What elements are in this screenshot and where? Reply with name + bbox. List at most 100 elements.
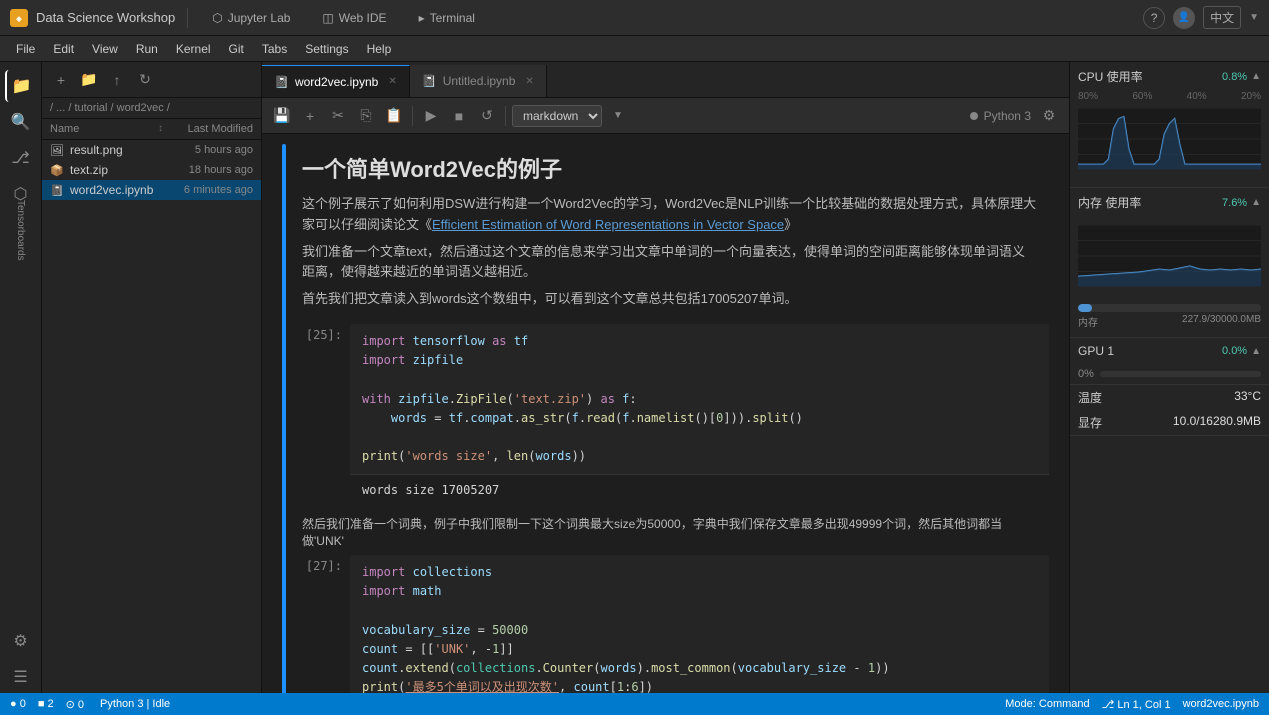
notebook-icon: 📓 (274, 75, 289, 89)
menu-file[interactable]: File (8, 40, 43, 58)
user-avatar[interactable]: 👤 (1173, 7, 1195, 29)
intro-text-2: 我们准备一个文章text，然后通过这个文章的信息来学习出文章中单词的一个向量表达… (302, 242, 1037, 284)
sidebar-icon-search[interactable]: 🔍 (5, 106, 37, 138)
dropdown-icon: ▼ (1249, 12, 1259, 23)
memory-collapse[interactable]: ▲ (1251, 197, 1261, 208)
menu-git[interactable]: Git (221, 40, 252, 58)
status-warnings: ■ 2 (38, 698, 54, 710)
active-indicator-bar (282, 144, 286, 693)
menu-help[interactable]: Help (359, 40, 400, 58)
markdown-title-cell: 一个简单Word2Vec的例子 这个例子展示了如何利用DSW进行构建一个Word… (290, 144, 1049, 324)
status-bar: ● 0 ■ 2 ⊙ 0 Python 3 | Idle Mode: Comman… (0, 693, 1269, 715)
name-column-header: Name (50, 123, 158, 135)
memory-label: 内存 使用率 (1078, 194, 1141, 211)
memory-info: 内存 227.9/30000.0MB (1078, 314, 1261, 329)
file-icon-notebook: 📓 (50, 184, 66, 197)
status-left: ● 0 ■ 2 ⊙ 0 (10, 698, 84, 711)
storage-value: 10.0/16280.9MB (1173, 414, 1261, 431)
cpu-chart-svg (1078, 104, 1261, 174)
cell-type-select[interactable]: markdown code raw (512, 105, 602, 127)
toolbar-divider-2 (505, 106, 506, 126)
new-file-button[interactable]: + (50, 69, 72, 91)
gpu-collapse[interactable]: ▲ (1251, 346, 1261, 357)
paper-link[interactable]: Efficient Estimation of Word Representat… (432, 217, 784, 232)
help-button[interactable]: ? (1143, 7, 1165, 29)
dropdown-btn[interactable]: ▼ (606, 104, 630, 128)
notebook-scroll[interactable]: 一个简单Word2Vec的例子 这个例子展示了如何利用DSW进行构建一个Word… (262, 134, 1069, 693)
tab-close-untitled[interactable]: ✕ (525, 76, 533, 87)
sidebar-icon-files[interactable]: 📁 (5, 70, 37, 102)
menu-view[interactable]: View (84, 40, 126, 58)
notebook-toolbar: 💾 + ✂ ⎘ 📋 ▶ ■ ↺ markdown code raw ▼ Pyth… (262, 98, 1069, 134)
status-info: ⊙ 0 (66, 698, 84, 711)
restart-button[interactable]: ↺ (475, 104, 499, 128)
cut-button[interactable]: ✂ (326, 104, 350, 128)
top-tab-terminal[interactable]: ▸ Terminal (407, 5, 487, 31)
status-python[interactable]: Python 3 | Idle (100, 698, 170, 710)
upload-button[interactable]: ↑ (106, 69, 128, 91)
tab-bar: 📓 word2vec.ipynb ✕ 📓 Untitled.ipynb ✕ (262, 62, 1069, 98)
add-cell-button[interactable]: + (298, 104, 322, 128)
cpu-collapse[interactable]: ▲ (1251, 71, 1261, 82)
notebook-title: 一个简单Word2Vec的例子 (302, 152, 1037, 184)
date-column-header: Last Modified (163, 123, 253, 135)
notebook-area: 📓 word2vec.ipynb ✕ 📓 Untitled.ipynb ✕ 💾 … (262, 62, 1069, 693)
jupyter-icon: ⬡ (212, 11, 222, 25)
new-folder-button[interactable]: 📁 (78, 69, 100, 91)
run-button[interactable]: ▶ (419, 104, 443, 128)
status-mode: Mode: Command (1005, 698, 1089, 710)
status-errors: ● 0 (10, 698, 26, 710)
sidebar-icon-settings[interactable]: ⚙ (5, 625, 37, 657)
memory-value: 227.9/30000.0MB (1182, 314, 1261, 329)
terminal-icon: ▸ (419, 11, 425, 25)
file-explorer: + 📁 ↑ ↻ / ... / tutorial / word2vec / Na… (42, 62, 262, 693)
app-icon: ◈ (10, 9, 28, 27)
temp-section: 温度 33°C 显存 10.0/16280.9MB (1070, 385, 1269, 436)
save-button[interactable]: 💾 (270, 104, 294, 128)
sidebar-icon-menu[interactable]: ☰ (5, 661, 37, 693)
cpu-label: CPU 使用率 (1078, 68, 1143, 85)
menu-kernel[interactable]: Kernel (168, 40, 219, 58)
top-bar: ◈ Data Science Workshop ⬡ Jupyter Lab ◫ … (0, 0, 1269, 36)
tab-untitled[interactable]: 📓 Untitled.ipynb ✕ (410, 65, 547, 97)
cpu-header: CPU 使用率 0.8% ▲ (1070, 62, 1269, 91)
cpu-pct: 0.8% (1222, 71, 1247, 83)
tab-word2vec[interactable]: 📓 word2vec.ipynb ✕ (262, 65, 410, 97)
stop-button[interactable]: ■ (447, 104, 471, 128)
toolbar-divider (412, 106, 413, 126)
file-item-notebook[interactable]: 📓 word2vec.ipynb 6 minutes ago (42, 180, 261, 200)
file-item-result[interactable]: 🖼 result.png 5 hours ago (42, 140, 261, 160)
storage-row: 显存 10.0/16280.9MB (1070, 410, 1269, 435)
kernel-status-circle (970, 112, 978, 120)
temp-value: 33°C (1234, 389, 1261, 406)
top-tab-jupyter[interactable]: ⬡ Jupyter Lab (200, 5, 302, 31)
gpu-pct: 0.0% (1222, 345, 1247, 357)
cell-25-code[interactable]: import tensorflow as tf import zipfile w… (350, 324, 1049, 505)
temp-label: 温度 (1078, 389, 1102, 406)
cell-25-output: words size 17005207 (350, 474, 1049, 505)
kernel-settings[interactable]: ⚙ (1037, 104, 1061, 128)
menu-edit[interactable]: Edit (45, 40, 82, 58)
paste-button[interactable]: 📋 (382, 104, 406, 128)
temp-row: 温度 33°C (1070, 385, 1269, 410)
explorer-toolbar: + 📁 ↑ ↻ (42, 62, 261, 98)
menu-run[interactable]: Run (128, 40, 166, 58)
sidebar-icon-git[interactable]: ⎇ (5, 142, 37, 174)
file-icon-image: 🖼 (50, 144, 66, 157)
copy-button[interactable]: ⎘ (354, 104, 378, 128)
menu-tabs[interactable]: Tabs (254, 40, 295, 58)
svg-text:◈: ◈ (15, 16, 22, 23)
top-tab-webide[interactable]: ◫ Web IDE (310, 5, 398, 31)
cell-27-prompt: [27]: (290, 555, 350, 693)
file-item-zip[interactable]: 📦 text.zip 18 hours ago (42, 160, 261, 180)
refresh-button[interactable]: ↻ (134, 69, 156, 91)
tab-close-word2vec[interactable]: ✕ (388, 76, 396, 87)
language-button[interactable]: 中文 (1203, 6, 1241, 29)
cell-27-code[interactable]: import collections import math vocabular… (350, 555, 1049, 693)
gpu-bar-label: 0% (1078, 368, 1094, 380)
intro-text-1: 这个例子展示了如何利用DSW进行构建一个Word2Vec的学习，Word2Vec… (302, 194, 1037, 236)
right-panel: CPU 使用率 0.8% ▲ 80% 60% 40% 20% (1069, 62, 1269, 693)
sidebar-icon-tensorboard[interactable]: Tensorboards (5, 214, 37, 246)
file-list-header: Name ↕ Last Modified (42, 119, 261, 140)
menu-settings[interactable]: Settings (297, 40, 356, 58)
